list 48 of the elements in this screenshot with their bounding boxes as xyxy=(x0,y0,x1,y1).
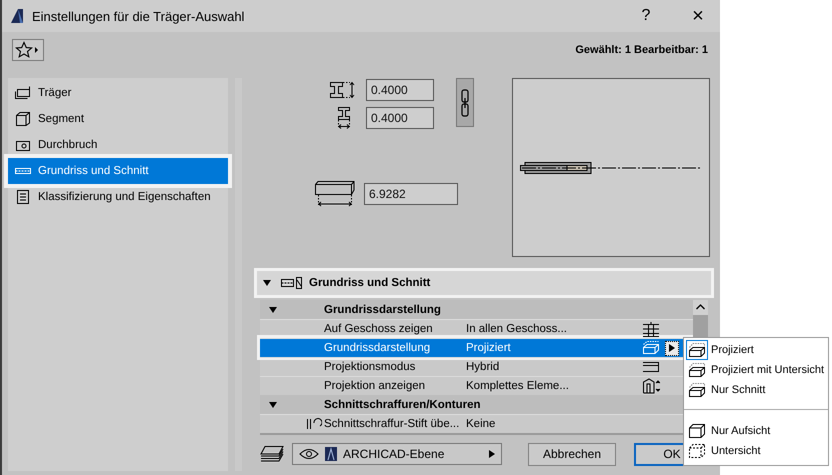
app-logo-icon xyxy=(325,447,337,461)
scroll-up-icon xyxy=(696,304,705,310)
property-value: Hybrid xyxy=(466,361,500,373)
property-label: Grundrissdarstellung xyxy=(324,342,432,354)
lines-icon xyxy=(642,361,660,373)
property-value: Projiziert xyxy=(466,342,512,354)
play-triangle-icon xyxy=(669,344,675,352)
sidebar-item[interactable]: Durchbruch xyxy=(8,132,228,158)
floor-plan-section-icon xyxy=(281,277,303,289)
stories-icon xyxy=(642,321,660,337)
length-field[interactable]: 6.9282 xyxy=(364,183,458,205)
property-value: In allen Geschoss... xyxy=(466,323,568,335)
star-icon xyxy=(15,41,41,59)
link-toggle-button[interactable] xyxy=(456,78,474,127)
window-title: Einstellungen für die Träger-Auswahl xyxy=(32,8,246,24)
sidebar-item[interactable]: Grundriss und Schnitt xyxy=(8,158,228,184)
chain-link-icon xyxy=(460,88,470,118)
property-label: Projektionsmodus xyxy=(324,361,416,373)
width-field[interactable]: 0.4000 xyxy=(366,107,434,129)
property-label: Schnittschraffur-Stift übe... xyxy=(324,418,460,430)
selection-info: Gewählt: 1 Bearbeitbar: 1 xyxy=(575,44,708,56)
section-header[interactable]: Grundriss und Schnitt xyxy=(254,268,714,298)
eye-icon xyxy=(299,448,319,460)
layers-icon xyxy=(260,445,284,463)
sidebar-item[interactable]: Klassifizierung und Eigenschaften xyxy=(8,184,228,210)
expand-triangle-icon xyxy=(269,402,277,408)
group-header[interactable]: Grundrissdarstellung xyxy=(260,300,693,319)
app-logo-icon xyxy=(10,8,24,24)
projected-box-icon xyxy=(642,341,660,355)
close-button[interactable]: × xyxy=(676,0,720,32)
property-label: Auf Geschoss zeigen xyxy=(324,323,434,335)
layer-dropdown[interactable]: ARCHICAD-Ebene xyxy=(292,443,502,465)
menu-arrow-button[interactable] xyxy=(665,340,679,356)
caret-icon xyxy=(489,450,495,458)
sidebar-item[interactable]: Träger xyxy=(8,80,228,106)
property-value: Komplettes Eleme... xyxy=(466,380,570,392)
profile-width-icon xyxy=(335,106,353,130)
height-field[interactable]: 0.4000 xyxy=(366,79,434,101)
pen-rotate-icon xyxy=(306,418,322,430)
element-extent-icon xyxy=(642,378,660,394)
expand-triangle-icon xyxy=(269,306,277,312)
property-label: Projektion anzeigen xyxy=(324,380,426,392)
cancel-button[interactable]: Abbrechen xyxy=(528,442,616,466)
favorites-button[interactable] xyxy=(12,39,44,61)
sidebar-item[interactable]: Segment xyxy=(8,106,228,132)
expand-triangle-icon xyxy=(263,280,271,286)
property-value: Keine xyxy=(466,418,496,430)
help-button[interactable]: ? xyxy=(624,0,668,32)
